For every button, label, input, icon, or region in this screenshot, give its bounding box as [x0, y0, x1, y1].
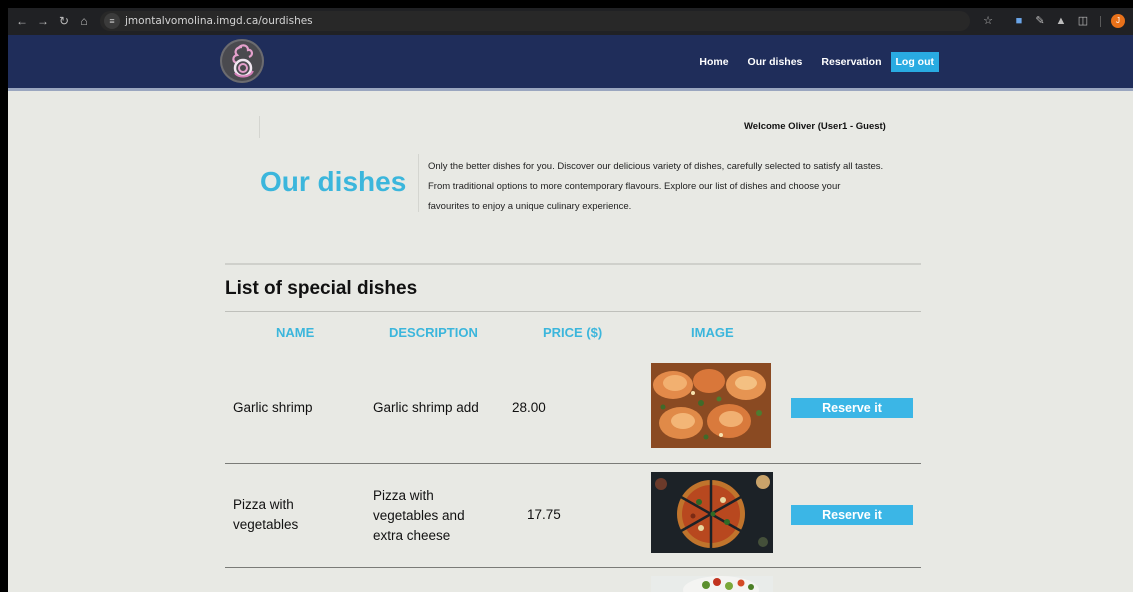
address-bar[interactable]: ≡ jmontalvomolina.imgd.ca/ourdishes: [100, 11, 970, 31]
dish-name-line: vegetables: [233, 517, 299, 532]
dish-price: 17.75: [527, 507, 561, 522]
hat-extension-icon[interactable]: ▲: [1053, 13, 1069, 29]
dish-description-line: vegetables and: [373, 508, 465, 523]
dish-description: Garlic shrimp add: [373, 398, 479, 418]
nav-reservation-link[interactable]: Reservation: [821, 56, 881, 68]
garlic-shrimp-photo: [651, 363, 771, 448]
welcome-message: Welcome Oliver (User1 - Guest): [744, 121, 886, 132]
translate-extension-icon[interactable]: ■: [1011, 13, 1027, 29]
site-header: Home Our dishes Reservation Log out: [8, 35, 1133, 91]
column-header-description: DESCRIPTION: [389, 325, 478, 340]
main-navigation: Home Our dishes Reservation Log out: [680, 52, 939, 72]
page-description-line: Only the better dishes for you. Discover…: [428, 161, 884, 172]
row-divider: [225, 567, 921, 568]
hero-divider: [418, 154, 419, 212]
page-title: Our dishes: [260, 166, 407, 197]
profile-avatar[interactable]: J: [1111, 14, 1125, 28]
row-divider: [225, 463, 921, 464]
dish-name: Pizza with vegetables: [233, 495, 298, 535]
section-title: List of special dishes: [225, 278, 418, 299]
forward-icon[interactable]: →: [35, 13, 51, 29]
table-header-divider: [225, 311, 921, 312]
toolbar-separator: [1100, 16, 1101, 27]
dish-price: 28.00: [512, 400, 546, 415]
page-description-line: favourites to enjoy a unique culinary ex…: [428, 201, 632, 212]
reload-icon[interactable]: ↻: [56, 13, 72, 29]
column-header-name: NAME: [276, 325, 315, 340]
back-icon[interactable]: ←: [14, 13, 30, 29]
dish-description: Pizza with vegetables and extra cheese: [373, 486, 465, 546]
restaurant-logo[interactable]: [220, 39, 264, 83]
chef-logo-icon: [232, 44, 254, 78]
nav-our-dishes-link[interactable]: Our dishes: [748, 56, 803, 68]
section-divider: [225, 263, 921, 265]
page-description: Only the better dishes for you. Discover…: [428, 157, 898, 217]
logout-button[interactable]: Log out: [890, 52, 939, 72]
browser-window: ← → ↻ ⌂ ≡ jmontalvomolina.imgd.ca/ourdis…: [8, 8, 1133, 592]
home-icon[interactable]: ⌂: [76, 13, 92, 29]
extensions-puzzle-icon[interactable]: ◫: [1075, 13, 1091, 29]
site-settings-icon[interactable]: ≡: [104, 13, 120, 29]
dish-description-line: Pizza with: [373, 488, 434, 503]
page-description-line: From traditional options to more contemp…: [428, 181, 841, 192]
dish-name-line: Pizza with: [233, 497, 294, 512]
column-header-image: IMAGE: [691, 325, 734, 340]
dish-description-line: extra cheese: [373, 528, 451, 543]
dish-description-line: Garlic shrimp add: [373, 400, 479, 415]
dish-name-line: Garlic shrimp: [233, 400, 313, 415]
dish-name: Garlic shrimp: [233, 398, 313, 418]
pizza-photo: [651, 472, 773, 553]
reserve-button[interactable]: Reserve it: [791, 398, 913, 418]
salad-photo: [651, 576, 773, 592]
browser-toolbar: ← → ↻ ⌂ ≡ jmontalvomolina.imgd.ca/ourdis…: [8, 8, 1133, 35]
bookmark-star-icon[interactable]: ☆: [980, 13, 996, 29]
address-url[interactable]: jmontalvomolina.imgd.ca/ourdishes: [125, 15, 313, 27]
reserve-button[interactable]: Reserve it: [791, 505, 913, 525]
nav-home-link[interactable]: Home: [699, 56, 728, 68]
pen-extension-icon[interactable]: ✎: [1032, 13, 1048, 29]
column-header-price: PRICE ($): [543, 325, 603, 340]
welcome-divider: [259, 116, 260, 138]
